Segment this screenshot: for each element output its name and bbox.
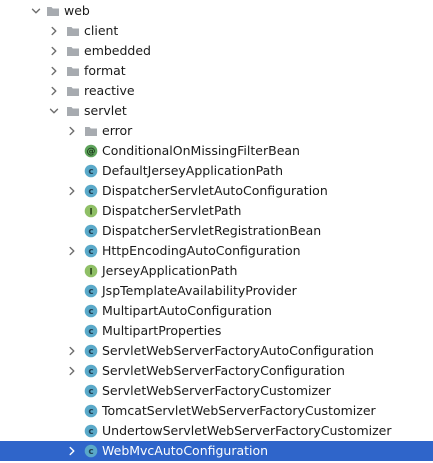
tree-row-label: ServletWebServerFactoryCustomizer bbox=[102, 383, 331, 398]
svg-text:c: c bbox=[88, 407, 93, 417]
chevron-right-icon[interactable] bbox=[48, 65, 60, 77]
tree-row-label: DefaultJerseyApplicationPath bbox=[102, 163, 284, 178]
tree-row[interactable]: c DispatcherServletRegistrationBean bbox=[0, 221, 433, 241]
tree-row-label: ServletWebServerFactoryConfiguration bbox=[102, 363, 345, 378]
tree-row-label: web bbox=[64, 3, 90, 18]
class-icon: c bbox=[84, 284, 98, 298]
tree-row[interactable]: c ServletWebServerFactoryAutoConfiguratio… bbox=[0, 341, 433, 361]
tree-row-label: DispatcherServletRegistrationBean bbox=[102, 223, 322, 238]
tree-row[interactable]: c DefaultJerseyApplicationPath bbox=[0, 161, 433, 181]
tree-row-label: DispatcherServletAutoConfiguration bbox=[102, 183, 328, 198]
tree-row-label: client bbox=[84, 23, 119, 38]
chevron-right-icon[interactable] bbox=[48, 85, 60, 97]
svg-text:@: @ bbox=[87, 147, 96, 157]
svg-text:c: c bbox=[88, 167, 93, 177]
folder-icon bbox=[46, 4, 60, 18]
tree-row-label: JspTemplateAvailabilityProvider bbox=[102, 283, 297, 298]
tree-row-label: format bbox=[84, 63, 126, 78]
chevron-right-icon[interactable] bbox=[48, 25, 60, 37]
class-icon: c bbox=[84, 344, 98, 358]
class-icon: c bbox=[84, 164, 98, 178]
svg-text:c: c bbox=[88, 387, 93, 397]
chevron-right-icon[interactable] bbox=[66, 365, 78, 377]
tree-row[interactable]: c WebMvcAutoConfiguration bbox=[0, 441, 433, 461]
svg-text:c: c bbox=[88, 327, 93, 337]
tree-row[interactable]: I DispatcherServletPath bbox=[0, 201, 433, 221]
svg-text:c: c bbox=[88, 227, 93, 237]
class-icon: c bbox=[84, 324, 98, 338]
annotation-icon: @ bbox=[84, 144, 98, 158]
folder-icon bbox=[66, 84, 80, 98]
tree-row-label: servlet bbox=[84, 103, 127, 118]
tree-row[interactable]: c ServletWebServerFactoryCustomizer bbox=[0, 381, 433, 401]
tree-row-label: UndertowServletWebServerFactoryCustomize… bbox=[102, 423, 392, 438]
tree-row[interactable]: error bbox=[0, 121, 433, 141]
tree-row[interactable]: reactive bbox=[0, 81, 433, 101]
tree-row-label: TomcatServletWebServerFactoryCustomizer bbox=[102, 403, 376, 418]
svg-text:c: c bbox=[88, 447, 93, 457]
tree-row[interactable]: c ServletWebServerFactoryConfiguration bbox=[0, 361, 433, 381]
tree-row[interactable]: c TomcatServletWebServerFactoryCustomizer bbox=[0, 401, 433, 421]
svg-text:c: c bbox=[88, 347, 93, 357]
svg-text:c: c bbox=[88, 427, 93, 437]
tree-row[interactable]: format bbox=[0, 61, 433, 81]
svg-text:c: c bbox=[88, 307, 93, 317]
tree-row-label: ConditionalOnMissingFilterBean bbox=[102, 143, 300, 158]
tree-row-label: JerseyApplicationPath bbox=[102, 263, 238, 278]
interface-icon: I bbox=[84, 204, 98, 218]
tree-row[interactable]: I JerseyApplicationPath bbox=[0, 261, 433, 281]
svg-text:I: I bbox=[89, 267, 92, 277]
tree-row-label: ServletWebServerFactoryAutoConfiguration bbox=[102, 343, 374, 358]
svg-text:c: c bbox=[88, 247, 93, 257]
project-tree: web client embedded format reactive servlet er… bbox=[0, 0, 433, 463]
class-icon: c bbox=[84, 184, 98, 198]
interface-icon: I bbox=[84, 264, 98, 278]
tree-row[interactable]: c MultipartAutoConfiguration bbox=[0, 301, 433, 321]
class-icon: c bbox=[84, 304, 98, 318]
tree-row[interactable]: c UndertowServletWebServerFactoryCustomiz… bbox=[0, 421, 433, 441]
tree-row[interactable]: embedded bbox=[0, 41, 433, 61]
class-icon: c bbox=[84, 244, 98, 258]
svg-text:c: c bbox=[88, 187, 93, 197]
tree-row-label: MultipartAutoConfiguration bbox=[102, 303, 272, 318]
svg-text:I: I bbox=[89, 207, 92, 217]
chevron-right-icon[interactable] bbox=[66, 345, 78, 357]
chevron-right-icon[interactable] bbox=[66, 125, 78, 137]
class-icon: c bbox=[84, 364, 98, 378]
chevron-down-icon[interactable] bbox=[48, 105, 60, 117]
folder-icon bbox=[66, 64, 80, 78]
tree-row-label: embedded bbox=[84, 43, 151, 58]
folder-icon bbox=[66, 24, 80, 38]
folder-icon bbox=[66, 104, 80, 118]
folder-icon bbox=[66, 44, 80, 58]
chevron-right-icon[interactable] bbox=[66, 185, 78, 197]
tree-row[interactable]: c MultipartProperties bbox=[0, 321, 433, 341]
folder-icon bbox=[84, 124, 98, 138]
tree-row[interactable]: c DispatcherServletAutoConfiguration bbox=[0, 181, 433, 201]
svg-text:c: c bbox=[88, 367, 93, 377]
tree-row-label: HttpEncodingAutoConfiguration bbox=[102, 243, 301, 258]
chevron-right-icon[interactable] bbox=[66, 445, 78, 457]
tree-row[interactable]: @ ConditionalOnMissingFilterBean bbox=[0, 141, 433, 161]
tree-row-label: error bbox=[102, 123, 133, 138]
tree-row-label: MultipartProperties bbox=[102, 323, 222, 338]
class-icon: c bbox=[84, 404, 98, 418]
tree-row-label: DispatcherServletPath bbox=[102, 203, 242, 218]
tree-row[interactable]: c HttpEncodingAutoConfiguration bbox=[0, 241, 433, 261]
tree-row[interactable]: c JspTemplateAvailabilityProvider bbox=[0, 281, 433, 301]
chevron-down-icon[interactable] bbox=[30, 5, 42, 17]
tree-row[interactable]: web bbox=[0, 1, 433, 21]
class-icon: c bbox=[84, 384, 98, 398]
tree-row-label: reactive bbox=[84, 83, 135, 98]
chevron-right-icon[interactable] bbox=[66, 245, 78, 257]
class-icon: c bbox=[84, 224, 98, 238]
tree-row-label: WebMvcAutoConfiguration bbox=[102, 443, 269, 458]
class-icon: c bbox=[84, 424, 98, 438]
class-icon: c bbox=[84, 444, 98, 458]
chevron-right-icon[interactable] bbox=[48, 45, 60, 57]
tree-row[interactable]: servlet bbox=[0, 101, 433, 121]
tree-row[interactable]: client bbox=[0, 21, 433, 41]
svg-text:c: c bbox=[88, 287, 93, 297]
